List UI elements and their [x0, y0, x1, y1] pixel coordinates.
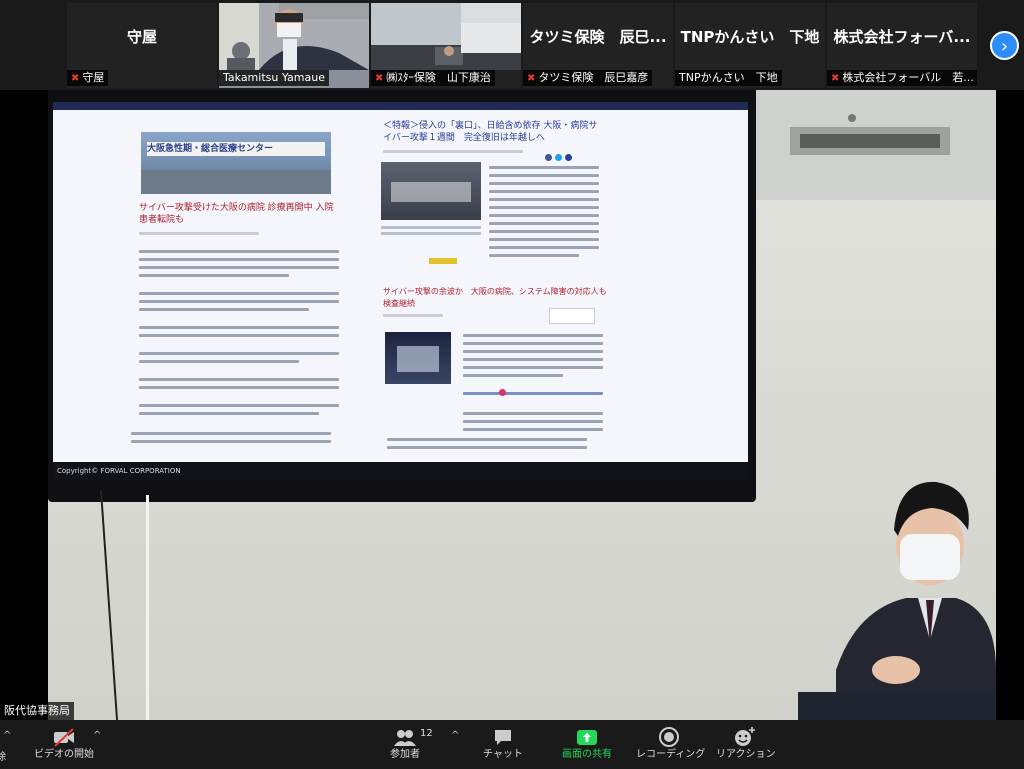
- participant-name-large: タツミ保険 辰巳...: [529, 27, 667, 46]
- chat-bubble-icon: [495, 730, 511, 745]
- participant-caption: ✖ タツミ保険 辰巳嘉彦: [523, 70, 653, 86]
- presenter: [836, 481, 996, 720]
- mic-muted-icon: ✖: [831, 73, 840, 84]
- mic-muted-icon: ✖: [527, 73, 536, 84]
- mic-muted-icon: ✖: [375, 73, 384, 84]
- participant-caption: ✖ 株式会社フォーバル 若...: [827, 70, 977, 86]
- participant-name-large: 守屋: [126, 27, 157, 46]
- video-off-icon: [54, 728, 74, 747]
- hospital-photo: 大阪急性期・総合医療センター: [141, 132, 331, 194]
- article-headline: サイバー攻撃受けた大阪の病院 診療再開中 入院患者転院も: [139, 203, 334, 225]
- tv-cable: [146, 495, 149, 720]
- speaker-name-tag: 阪代協事務局: [0, 702, 74, 720]
- smiley-add-icon: [735, 727, 755, 746]
- video-options-caret-icon[interactable]: ^: [93, 730, 101, 741]
- meeting-toolbar: ^ 除 ビデオの開始 ^ 12 参加者 ^ チャット 画面の共有 レコーディング…: [0, 720, 1024, 769]
- participants-button[interactable]: 12 参加者: [380, 720, 433, 769]
- participants-caret-icon[interactable]: ^: [451, 730, 459, 741]
- participants-label: 参加者: [390, 749, 420, 760]
- participant-tile[interactable]: タツミ保険 辰巳... ✖ タツミ保険 辰巳嘉彦: [523, 3, 673, 88]
- share-screen-label: 画面の共有: [562, 749, 612, 760]
- record-label: レコーディング: [636, 749, 706, 760]
- start-video-label: ビデオの開始: [34, 749, 94, 760]
- participant-tile[interactable]: TNPかんさい 下地 TNPかんさい 下地: [675, 3, 825, 88]
- reactions-label: リアクション: [716, 749, 776, 760]
- press-conference-photo: [381, 162, 481, 220]
- article-headline: ＜特報＞侵入の「裏口」、日給含め依存 大阪・病院サイバー攻撃１週間 完全復旧は年…: [383, 121, 598, 143]
- participant-strip: 守屋 ✖ 守屋 Takamitsu Yamaue ✖ ㈱ｽﾀｰ保険 山下康治 タ…: [0, 0, 1024, 90]
- participant-video-tile[interactable]: ✖ ㈱ｽﾀｰ保険 山下康治: [371, 3, 521, 88]
- record-button[interactable]: レコーディング: [636, 720, 706, 769]
- chat-label: チャット: [483, 749, 523, 760]
- mic-muted-icon: ✖: [71, 73, 80, 84]
- newspaper-logo: [549, 308, 595, 324]
- unmute-button[interactable]: ^ 除: [0, 720, 12, 769]
- article-headline: サイバー攻撃の余波か 大阪の病院、システム障害の対応人も検査継続: [383, 287, 607, 308]
- screen-top-bar: [53, 102, 748, 110]
- video-letterbox-left: [0, 90, 48, 720]
- participant-caption: Takamitsu Yamaue: [219, 70, 329, 86]
- laser-pointer: [499, 389, 506, 396]
- laptop: [798, 692, 994, 720]
- chat-button[interactable]: チャット: [478, 720, 528, 769]
- video-letterbox-right: [996, 90, 1024, 720]
- main-video[interactable]: 大阪急性期・総合医療センター サイバー攻撃受けた大阪の病院 診療再開中 入院患者…: [48, 90, 996, 720]
- reactions-button[interactable]: リアクション: [716, 720, 776, 769]
- ad-banner: [429, 258, 457, 264]
- participant-video: [219, 3, 369, 70]
- ceiling-vent-grille: [800, 134, 940, 148]
- next-page-arrow-icon[interactable]: ›: [990, 31, 1019, 60]
- participants-count: 12: [420, 728, 433, 739]
- start-video-button[interactable]: ビデオの開始: [28, 720, 100, 769]
- hospital-night-photo: [385, 332, 451, 384]
- share-screen-icon: [577, 730, 597, 745]
- participant-video: [371, 3, 521, 70]
- share-screen-button[interactable]: 画面の共有: [556, 720, 618, 769]
- share-icons: [545, 146, 593, 161]
- participant-video-tile[interactable]: Takamitsu Yamaue: [219, 3, 369, 88]
- participants-icon: [394, 730, 416, 746]
- participant-caption: ✖ ㈱ｽﾀｰ保険 山下康治: [371, 70, 495, 86]
- ceiling-sensor: [848, 114, 856, 122]
- copyright-footer: Copyright© FORVAL CORPORATION: [53, 462, 748, 480]
- caret-up-icon[interactable]: ^: [3, 730, 11, 741]
- participant-caption: TNPかんさい 下地: [675, 70, 782, 86]
- participant-name-large: TNPかんさい 下地: [680, 27, 820, 46]
- wall-tv: 大阪急性期・総合医療センター サイバー攻撃受けた大阪の病院 診療再開中 入院患者…: [48, 90, 756, 502]
- shared-screen: 大阪急性期・総合医療センター サイバー攻撃受けた大阪の病院 診療再開中 入院患者…: [53, 102, 748, 480]
- record-icon: [659, 727, 679, 747]
- participant-name-large: 株式会社フォーバ...: [833, 27, 971, 46]
- participant-tile[interactable]: 守屋 ✖ 守屋: [67, 3, 217, 88]
- participant-caption: ✖ 守屋: [67, 70, 109, 86]
- tv-cable: [99, 490, 119, 720]
- participant-tile[interactable]: 株式会社フォーバ... ✖ 株式会社フォーバル 若...: [827, 3, 977, 88]
- hospital-sign: 大阪急性期・総合医療センター: [147, 142, 325, 156]
